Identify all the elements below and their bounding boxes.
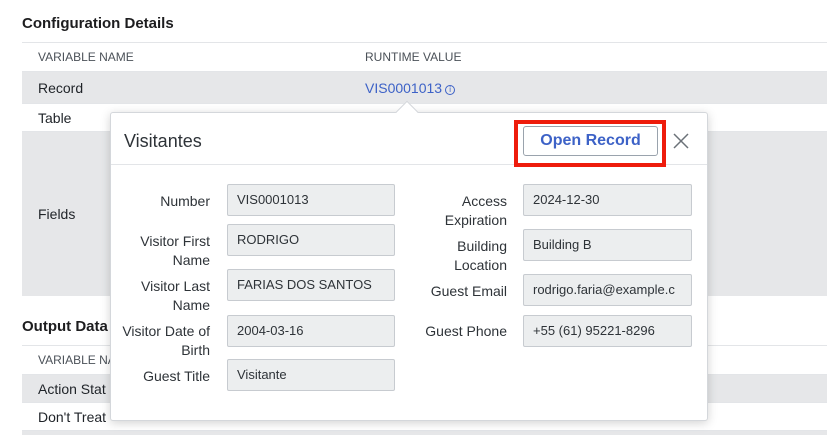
row-label-fields: Fields xyxy=(38,206,76,222)
row-label-table: Table xyxy=(38,110,72,126)
row-label-dont-treat: Don't Treat xyxy=(38,409,107,425)
record-link[interactable]: VIS0001013 i xyxy=(365,80,456,98)
record-preview-popup: Visitantes Open Record Number VIS0001013… xyxy=(110,112,708,421)
table-row-record: Record VIS0001013 i xyxy=(22,71,827,103)
label-guest-title: Guest Title xyxy=(143,368,210,384)
open-record-button[interactable]: Open Record xyxy=(523,126,658,156)
label-visitor-last-name: Visitor Last Name xyxy=(141,278,210,313)
table-row-partial xyxy=(22,430,827,435)
field-guest-email[interactable]: rodrigo.faria@example.c xyxy=(523,274,692,306)
output-data-title: Output Data xyxy=(22,318,108,335)
field-visitor-last-name[interactable]: FARIAS DOS SANTOS xyxy=(227,269,395,301)
label-guest-email: Guest Email xyxy=(430,283,507,299)
field-guest-title[interactable]: Visitante xyxy=(227,359,395,391)
label-visitor-first-name: Visitor First Name xyxy=(140,233,210,268)
field-guest-phone[interactable]: +55 (61) 95221-8296 xyxy=(523,315,692,347)
info-icon[interactable]: i xyxy=(445,85,456,95)
col-variable-name: VARIABLE NAME xyxy=(38,50,134,64)
field-access-expiration[interactable]: 2024-12-30 xyxy=(523,184,692,216)
label-access-expiration: Access Expiration xyxy=(444,193,507,228)
col-runtime-value: RUNTIME VALUE xyxy=(365,50,462,64)
row-label-record: Record xyxy=(38,80,84,96)
field-number[interactable]: VIS0001013 xyxy=(227,184,395,216)
row-label-action-status: Action Stat xyxy=(38,381,106,397)
label-guest-phone: Guest Phone xyxy=(425,323,507,339)
field-visitor-first-name[interactable]: RODRIGO xyxy=(227,224,395,256)
label-visitor-date-of-birth: Visitor Date of Birth xyxy=(122,323,210,358)
configuration-details-title: Configuration Details xyxy=(22,15,174,32)
record-link-text[interactable]: VIS0001013 xyxy=(365,80,442,96)
popup-title: Visitantes xyxy=(124,131,202,151)
label-number: Number xyxy=(160,193,210,209)
field-building-location[interactable]: Building B xyxy=(523,229,692,261)
close-icon[interactable] xyxy=(671,131,691,151)
label-building-location: Building Location xyxy=(454,238,507,273)
config-table-header: VARIABLE NAME RUNTIME VALUE xyxy=(22,42,827,71)
field-visitor-date-of-birth[interactable]: 2004-03-16 xyxy=(227,315,395,347)
